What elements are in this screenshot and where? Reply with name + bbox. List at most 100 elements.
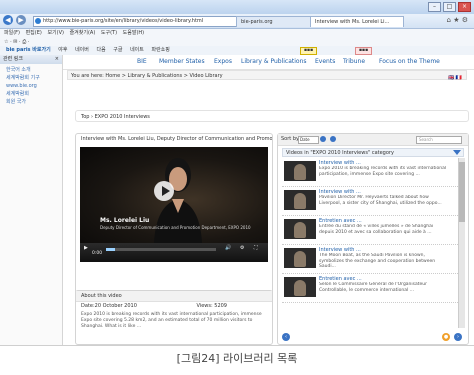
breadcrumb-text: You are here: Home > Library & Publicati… xyxy=(71,73,223,79)
list-item[interactable]: Entretien avec ... Entrée du stand de « … xyxy=(282,216,458,245)
video-frame: Ms. Lorelei Liu Deputy Director of Commu… xyxy=(80,147,268,243)
status-badge: ▪▪▪ xyxy=(300,47,318,55)
close-icon[interactable]: × xyxy=(458,2,471,12)
tab-2[interactable]: Interview with Ms. Lorelei Li... xyxy=(310,16,404,27)
fav-item[interactable]: 야후 xyxy=(58,47,67,53)
fav-item[interactable]: 파란쇼핑 xyxy=(151,47,169,53)
volume-icon[interactable]: 🔊 xyxy=(225,245,231,251)
nav-focus-theme[interactable]: Focus on the Theme xyxy=(379,55,440,69)
sidebar-list: 한국어 소개 세계박람회 기구 www.bie.org 세계박람회 회원 국가 xyxy=(0,66,62,106)
menu-favorites[interactable]: 즐겨찾기(A) xyxy=(70,30,96,36)
maximize-icon[interactable]: □ xyxy=(443,2,456,12)
list-item[interactable]: Entretien avec ... Selon le Commissaire … xyxy=(282,274,458,303)
player-box: Interview with Ms. Lorelei Liu, Deputy D… xyxy=(75,133,273,301)
play-icon[interactable] xyxy=(154,181,174,201)
settings-icon[interactable]: ⚙ xyxy=(240,245,244,251)
menu-tools[interactable]: 도구(T) xyxy=(101,30,117,36)
list-header: Videos in "EXPO 2010 Interviews" categor… xyxy=(282,148,464,157)
list-item[interactable]: Interview with ... Expo 2010 is breaking… xyxy=(282,158,458,187)
nav-events[interactable]: Events xyxy=(315,55,335,69)
breadcrumb: You are here: Home > Library & Publicati… xyxy=(67,70,467,83)
sidebar-item[interactable]: 세계박람회 기구 xyxy=(6,74,62,82)
pager-next-icon[interactable]: › xyxy=(454,333,462,341)
video-thumbnail[interactable] xyxy=(284,190,316,210)
sort-asc-icon[interactable] xyxy=(320,136,326,142)
nav-bie[interactable]: BIE xyxy=(137,55,147,69)
menu-file[interactable]: 파일(F) xyxy=(4,30,20,36)
menu-view[interactable]: 보기(V) xyxy=(47,30,64,36)
video-list: Interview with ... Expo 2010 is breaking… xyxy=(282,158,458,328)
back-button[interactable]: ◀ xyxy=(3,15,13,25)
sidebar-header: 관련 링크 × xyxy=(0,55,62,64)
menu-help[interactable]: 도움말(H) xyxy=(123,30,144,36)
window-controls: – □ × xyxy=(428,2,471,12)
player-controls: ▶ 0:00 🔊 ⚙ ⛶ xyxy=(80,243,268,262)
sort-select[interactable]: Date xyxy=(298,136,319,144)
video-desc: The Moon Boat, as the Saudi Pavilion is … xyxy=(319,253,436,269)
minimize-icon[interactable]: – xyxy=(428,2,441,12)
about-views: Views: 5209 xyxy=(196,303,227,309)
fullscreen-icon[interactable]: ⛶ xyxy=(254,245,258,251)
sidebar-item[interactable]: 세계박람회 xyxy=(6,90,62,98)
sort-desc-icon[interactable] xyxy=(330,136,336,142)
menu-bar: 파일(F) 편집(E) 보기(V) 즐겨찾기(A) 도구(T) 도움말(H) xyxy=(0,29,474,38)
about-date: Date:20 October 2010 xyxy=(81,303,137,309)
nav-member-states[interactable]: Member States xyxy=(159,55,205,69)
time-display: 0:00 xyxy=(92,251,103,256)
close-icon[interactable]: × xyxy=(55,55,59,64)
video-thumbnail[interactable] xyxy=(284,219,316,239)
fav-item[interactable]: 네이버 xyxy=(75,47,89,53)
video-thumbnail[interactable] xyxy=(284,277,316,297)
tab-1[interactable]: bie-paris.org xyxy=(236,16,316,27)
status-badge: ▪▪▪ xyxy=(355,47,373,55)
tab-label: Interview with Ms. Lorelei Li... xyxy=(315,19,390,25)
search-input[interactable]: Search xyxy=(416,136,462,144)
nav-tribune[interactable]: Tribune xyxy=(343,55,365,69)
about-box: About this video Date:20 October 2010 Vi… xyxy=(75,290,273,345)
address-text: http://www.bie-paris.org/site/en/library… xyxy=(43,18,204,24)
speaker-name: Ms. Lorelei Liu xyxy=(100,217,150,224)
about-title: About this video xyxy=(76,291,272,302)
language-flags-icon[interactable]: 🇬🇧 🇫🇷 xyxy=(448,73,462,83)
list-scrollbar[interactable] xyxy=(458,158,465,328)
figure-caption: [그림24] 라이브러리 목록 xyxy=(176,352,298,365)
section-title-text: Top › EXPO 2010 Interviews xyxy=(81,114,150,120)
home-star-icons[interactable]: ⌂ ★ ⚙ xyxy=(447,16,468,24)
nav-expos[interactable]: Expos xyxy=(214,55,232,69)
video-thumbnail[interactable] xyxy=(284,248,316,268)
sidebar: 관련 링크 × 한국어 소개 세계박람회 기구 www.bie.org 세계박람… xyxy=(0,55,63,345)
menu-edit[interactable]: 편집(E) xyxy=(26,30,42,36)
video-player[interactable]: Ms. Lorelei Liu Deputy Director of Commu… xyxy=(80,147,268,262)
about-meta: Date:20 October 2010 Views: 5209 xyxy=(76,302,272,310)
forward-button[interactable]: ▶ xyxy=(16,15,26,25)
nav-library[interactable]: Library & Publications xyxy=(241,55,307,69)
sort-label: Sort by xyxy=(281,136,299,142)
fav-item[interactable]: 네이트 xyxy=(130,47,144,53)
video-desc: Selon le Commissaire Général de l'Organi… xyxy=(319,282,427,293)
scrollbar-thumb[interactable] xyxy=(459,162,465,222)
speaker-subtitle: Deputy Director of Communication and Pro… xyxy=(100,225,251,230)
address-bar[interactable]: http://www.bie-paris.org/site/en/library… xyxy=(33,16,238,27)
player-title: Interview with Ms. Lorelei Liu, Deputy D… xyxy=(81,136,272,142)
sidebar-title: 관련 링크 xyxy=(3,56,23,62)
pager-prev-icon[interactable]: ‹ xyxy=(282,333,290,341)
screenshot-window: – □ × ◀ ▶ http://www.bie-paris.org/site/… xyxy=(0,0,474,346)
tab-label: bie-paris.org xyxy=(241,19,273,25)
progress-fill xyxy=(106,248,115,251)
list-item[interactable]: Interview with ... The Moon Boat, as the… xyxy=(282,245,458,274)
fav-item[interactable]: bie paris 바로가기 xyxy=(6,47,51,53)
fav-item[interactable]: 구글 xyxy=(113,47,122,53)
sidebar-item[interactable]: 한국어 소개 xyxy=(6,66,62,74)
sidebar-item[interactable]: 회원 국가 xyxy=(6,98,62,106)
web-page: BIE Member States Expos Library & Public… xyxy=(63,55,474,345)
chevron-down-icon[interactable] xyxy=(453,150,461,155)
sidebar-item[interactable]: www.bie.org xyxy=(6,82,62,90)
pager-icon[interactable]: ● xyxy=(442,333,450,341)
progress-bar[interactable] xyxy=(106,248,216,251)
video-desc: Pavilion Director Mr. Heyvaerts talked a… xyxy=(319,195,442,206)
fav-item[interactable]: 다음 xyxy=(96,47,105,53)
toolbar-icons[interactable]: ☆ · ✉ · ⎙ · xyxy=(4,39,29,45)
video-thumbnail[interactable] xyxy=(284,161,316,181)
play-pause-icon[interactable]: ▶ xyxy=(84,245,88,251)
list-item[interactable]: Interview with ... Pavilion Director Mr.… xyxy=(282,187,458,216)
